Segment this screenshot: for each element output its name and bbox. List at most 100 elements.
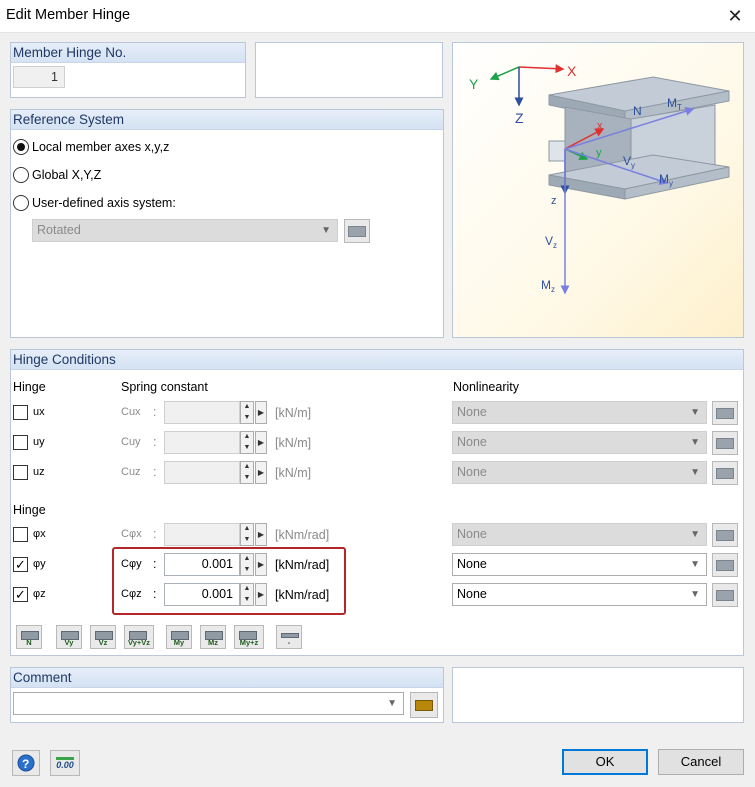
preset-vz-label: Vz: [98, 638, 108, 647]
preset-my-button[interactable]: My: [166, 625, 192, 649]
nonlinearity-column-header: Nonlinearity: [453, 380, 520, 394]
highlight-frame: [112, 547, 346, 615]
phiz-nonlinearity-edit-button[interactable]: [712, 583, 738, 607]
preset-my-label: My: [173, 638, 185, 647]
hinge-diagram: X Y Z x y z N MT Vy My Vz Mz: [452, 42, 744, 338]
member-axes-diagram: X Y Z x y z N MT Vy My Vz Mz: [469, 63, 730, 295]
phiz-checkbox[interactable]: ✓: [13, 587, 28, 602]
ok-button[interactable]: OK: [562, 749, 648, 775]
units-icon: 0.00: [56, 756, 74, 770]
edit-icon: [716, 437, 734, 449]
preset-n-button[interactable]: N: [16, 625, 42, 649]
hinge-number-field: 1: [13, 66, 65, 88]
edit-icon: [716, 589, 734, 601]
ux-label: ux: [33, 406, 45, 418]
local-axes-radio[interactable]: [13, 139, 29, 155]
preset-vyvz-button[interactable]: Vy+Vz: [124, 625, 154, 649]
chevron-down-icon: ▼: [690, 407, 700, 418]
cux-arrow-button: ▶: [255, 401, 267, 424]
ux-checkbox[interactable]: [13, 405, 28, 420]
preset-vz-button[interactable]: Vz: [90, 625, 116, 649]
phiy-nonlinearity-value: None: [457, 557, 487, 571]
axis-system-select: Rotated ▼: [32, 219, 338, 242]
hinge-conditions-title: Hinge Conditions: [11, 350, 743, 370]
cuz-label: Cuz: [121, 466, 141, 478]
preset-mz-label: Mz: [208, 638, 218, 647]
phix-nonlinearity-select: None ▼: [452, 523, 707, 546]
moment-mz-label: Mz: [541, 278, 555, 294]
axis-z-label: Z: [515, 110, 524, 126]
edit-icon: [348, 225, 366, 237]
cphix-colon: :: [153, 527, 157, 541]
preset-myz-button[interactable]: My+z: [234, 625, 264, 649]
cphix-arrow-button: ▶: [255, 523, 267, 546]
cuz-spinner: ▲ ▼: [240, 461, 254, 484]
cphix-label: Cφx: [121, 528, 142, 540]
preset-vy-label: Vy: [64, 638, 74, 647]
help-icon: ?: [17, 754, 35, 772]
cux-input: [164, 401, 240, 424]
uz-nonlinearity-value: None: [457, 465, 487, 479]
uy-label: uy: [33, 436, 45, 448]
library-icon: [415, 699, 433, 711]
hinge-number-label: Member Hinge No.: [11, 43, 245, 63]
cuy-unit: [kN/m]: [275, 436, 312, 450]
edit-icon: [716, 467, 734, 479]
chevron-down-icon: ▼: [387, 698, 397, 709]
comment-library-button[interactable]: [410, 692, 438, 718]
help-button[interactable]: ?: [12, 750, 40, 776]
ux-nonlinearity-edit-button: [712, 401, 738, 425]
cux-spinner: ▲ ▼: [240, 401, 254, 424]
cuy-spinner: ▲ ▼: [240, 431, 254, 454]
global-axes-label: Global X,Y,Z: [32, 168, 102, 182]
phiy-nonlinearity-edit-button[interactable]: [712, 553, 738, 577]
svg-text:?: ?: [22, 757, 29, 771]
local-axes-label: Local member axes x,y,z: [32, 140, 170, 154]
preset-mz-button[interactable]: Mz: [200, 625, 226, 649]
edit-icon: [716, 559, 734, 571]
cancel-button[interactable]: Cancel: [658, 749, 744, 775]
uz-checkbox[interactable]: [13, 465, 28, 480]
force-vz-label: Vz: [545, 234, 557, 250]
hinge-column-header: Hinge: [13, 380, 46, 394]
user-axes-radio[interactable]: [13, 195, 29, 211]
rotation-hinge-header: Hinge: [13, 503, 46, 517]
phix-label: φx: [33, 528, 46, 540]
chevron-down-icon: ▼: [690, 467, 700, 478]
preset-vyvz-label: Vy+Vz: [127, 638, 151, 647]
cuz-unit: [kN/m]: [275, 466, 312, 480]
global-axes-radio[interactable]: [13, 167, 29, 183]
uz-nonlinearity-select: None ▼: [452, 461, 707, 484]
uy-checkbox[interactable]: [13, 435, 28, 450]
cux-colon: :: [153, 405, 157, 419]
phiy-nonlinearity-select[interactable]: None ▼: [452, 553, 707, 576]
spring-column-header: Spring constant: [121, 380, 208, 394]
axis-x-label: X: [567, 63, 577, 79]
phix-nonlinearity-edit-button: [712, 523, 738, 547]
phix-nonlinearity-value: None: [457, 527, 487, 541]
cuz-input: [164, 461, 240, 484]
edit-icon: [716, 529, 734, 541]
phiy-label: φy: [33, 558, 46, 570]
chevron-down-icon: ▼: [690, 589, 700, 600]
units-button[interactable]: 0.00: [50, 750, 80, 776]
preset-n-label: N: [26, 638, 32, 647]
phiz-nonlinearity-select[interactable]: None ▼: [452, 583, 707, 606]
member-y-label: y: [596, 147, 602, 159]
comment-input[interactable]: ▼: [13, 692, 404, 715]
close-icon[interactable]: ✕: [716, 0, 754, 32]
phix-checkbox[interactable]: [13, 527, 28, 542]
preset-vy-button[interactable]: Vy: [56, 625, 82, 649]
preset-none-button[interactable]: -: [276, 625, 302, 649]
hinge-description-panel: [255, 42, 443, 98]
uz-label: uz: [33, 466, 45, 478]
phiz-nonlinearity-value: None: [457, 587, 487, 601]
phiy-checkbox[interactable]: ✓: [13, 557, 28, 572]
ux-nonlinearity-select: None ▼: [452, 401, 707, 424]
uy-nonlinearity-edit-button: [712, 431, 738, 455]
cphix-unit: [kNm/rad]: [275, 528, 330, 542]
axis-y-label: Y: [469, 76, 479, 92]
uy-nonlinearity-value: None: [457, 435, 487, 449]
cux-label: Cux: [121, 406, 141, 418]
cuy-label: Cuy: [121, 436, 141, 448]
